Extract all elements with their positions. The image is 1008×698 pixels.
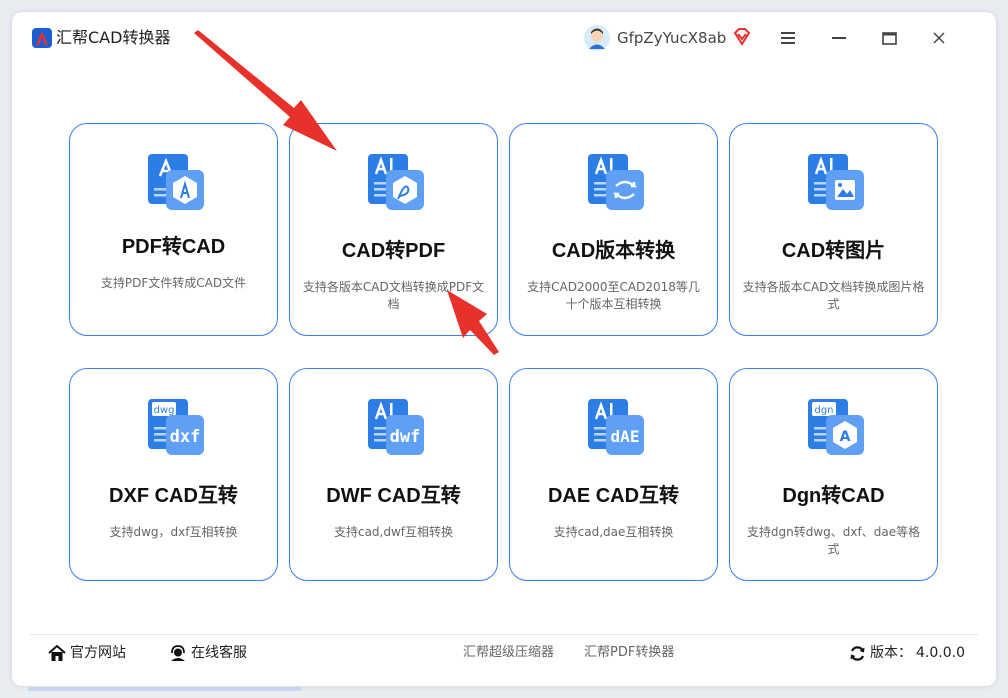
- badge: A: [840, 429, 851, 445]
- app-title: 汇帮CAD转换器: [56, 28, 171, 47]
- official-website-label: 官方网站: [70, 645, 126, 661]
- card-cad-version[interactable]: CAD版本转换 支持CAD2000至CAD2018等几十个版本互相转换: [509, 123, 718, 336]
- card-cad-to-pdf[interactable]: CAD转PDF 支持各版本CAD文档转换成PDF文档: [289, 123, 498, 336]
- maximize-icon: [881, 31, 897, 45]
- card-desc: 支持各版本CAD文档转换成图片格式: [742, 280, 925, 311]
- minimize-button[interactable]: [825, 24, 853, 52]
- badge: dwf: [390, 427, 421, 447]
- card-desc: 支持dwg，dxf互相转换: [109, 525, 238, 539]
- card-title: DXF CAD互转: [109, 485, 238, 507]
- card-title: DWF CAD互转: [326, 485, 461, 507]
- home-icon: [48, 644, 66, 661]
- card-title: Dgn转CAD: [782, 485, 885, 507]
- card-desc: 支持cad,dae互相转换: [553, 525, 674, 539]
- pdf-to-cad-icon: [148, 154, 204, 210]
- horizontal-scrollbar[interactable]: [28, 687, 302, 691]
- hamburger-icon: [781, 32, 795, 44]
- app-logo-icon: [32, 28, 52, 48]
- card-title: PDF转CAD: [121, 236, 226, 258]
- top-tag: dgn: [814, 405, 833, 416]
- dae-icon: dAE: [588, 399, 644, 455]
- online-service-label: 在线客服: [191, 645, 247, 661]
- card-title: CAD转图片: [781, 240, 886, 262]
- version-label: 版本：: [870, 645, 912, 661]
- minimize-icon: [832, 37, 846, 39]
- card-dwf[interactable]: dwf DWF CAD互转 支持cad,dwf互相转换: [289, 368, 498, 581]
- card-dgn[interactable]: dgn A Dgn转CAD 支持dgn转dwg、dxf、dae等格式: [729, 368, 938, 581]
- compressor-link[interactable]: 汇帮超级压缩器: [463, 644, 554, 662]
- close-button[interactable]: [925, 24, 953, 52]
- card-desc: 支持PDF文件转成CAD文件: [100, 276, 247, 290]
- cad-to-image-icon: [808, 154, 864, 210]
- card-desc: 支持dgn转dwg、dxf、dae等格式: [746, 525, 921, 556]
- cad-version-icon: [588, 154, 644, 210]
- version-info[interactable]: 版本： 4.0.0.0: [849, 644, 965, 662]
- refresh-icon: [850, 645, 865, 661]
- footer-divider: [30, 634, 978, 635]
- card-pdf-to-cad[interactable]: PDF转CAD 支持PDF文件转成CAD文件: [69, 123, 278, 336]
- menu-button[interactable]: [774, 24, 802, 52]
- dgn-icon: dgn A: [808, 399, 864, 455]
- avatar[interactable]: [584, 25, 610, 51]
- card-title: DAE CAD互转: [547, 485, 680, 507]
- pdf-converter-link[interactable]: 汇帮PDF转换器: [584, 644, 674, 662]
- card-cad-to-image[interactable]: CAD转图片 支持各版本CAD文档转换成图片格式: [729, 123, 938, 336]
- card-title: CAD转PDF: [341, 240, 446, 262]
- card-dxf[interactable]: dwg dxf DXF CAD互转 支持dwg，dxf互相转换: [69, 368, 278, 581]
- official-website-link[interactable]: 官方网站: [48, 644, 126, 662]
- online-service-link[interactable]: 在线客服: [169, 644, 247, 662]
- card-desc: 支持各版本CAD文档转换成PDF文档: [302, 280, 485, 311]
- top-tag: dwg: [154, 405, 175, 416]
- dxf-icon: dwg dxf: [148, 399, 204, 455]
- username[interactable]: GfpZyYucX8ab: [617, 28, 726, 48]
- card-dae[interactable]: dAE DAE CAD互转 支持cad,dae互相转换: [509, 368, 718, 581]
- customer-service-icon: [171, 645, 185, 661]
- maximize-button[interactable]: [875, 24, 903, 52]
- app-window: [12, 12, 996, 686]
- version-number: 4.0.0.0: [916, 645, 965, 661]
- card-desc: 支持CAD2000至CAD2018等几十个版本互相转换: [527, 280, 700, 311]
- vip-diamond-icon[interactable]: [732, 27, 752, 47]
- badge: dAE: [611, 427, 640, 446]
- cad-to-pdf-icon: [368, 154, 424, 210]
- close-icon: [933, 32, 945, 44]
- card-title: CAD版本转换: [551, 240, 676, 262]
- card-desc: 支持cad,dwf互相转换: [333, 525, 454, 539]
- badge: dxf: [170, 427, 201, 447]
- dwf-icon: dwf: [368, 399, 424, 455]
